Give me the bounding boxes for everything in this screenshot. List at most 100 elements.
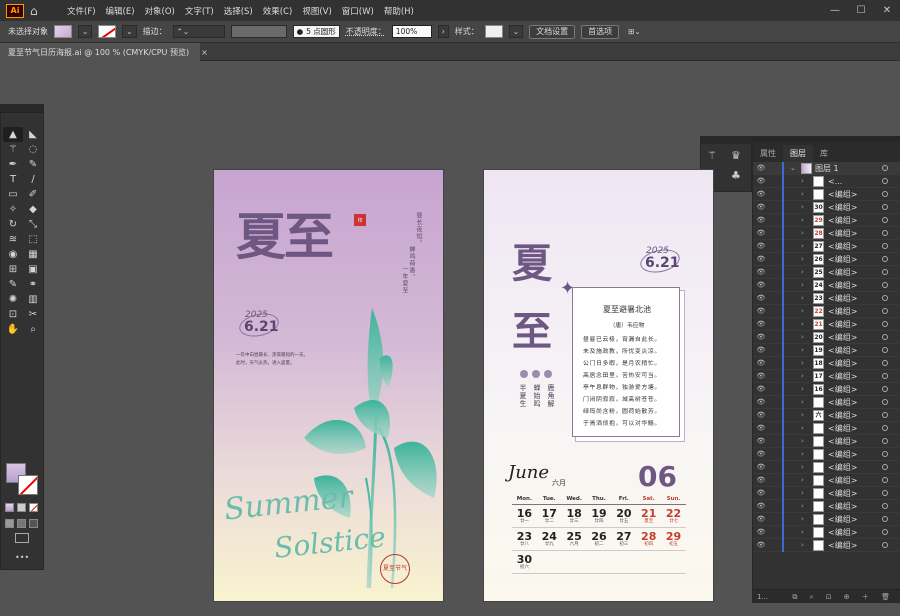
visibility-eye-icon[interactable]: 👁 <box>753 294 769 302</box>
layer-row[interactable]: 👁 › 29 <编组> <box>753 214 900 227</box>
layer-name[interactable]: <编组> <box>828 397 857 408</box>
color-button[interactable] <box>5 503 14 512</box>
variable-width-profile[interactable] <box>230 25 287 38</box>
paintbrush-icon[interactable]: ✐ <box>23 187 43 202</box>
expand-chevron-icon[interactable]: › <box>801 489 804 497</box>
expand-chevron-icon[interactable]: › <box>801 255 804 263</box>
visibility-eye-icon[interactable]: 👁 <box>753 333 769 341</box>
expand-chevron-icon[interactable]: › <box>801 398 804 406</box>
layer-row-top[interactable]: 👁 ⌄ 图层 1 <box>753 162 900 175</box>
visibility-eye-icon[interactable]: 👁 <box>753 346 769 354</box>
free-transform-icon[interactable]: ⬚ <box>23 232 43 247</box>
line-icon[interactable]: / <box>23 172 43 187</box>
target-circle-icon[interactable] <box>882 529 888 535</box>
layer-name[interactable]: <编组> <box>828 319 857 330</box>
visibility-eye-icon[interactable]: 👁 <box>753 528 769 536</box>
layer-row[interactable]: 👁 › 六月 <编组> <box>753 409 900 422</box>
target-circle-icon[interactable] <box>882 464 888 470</box>
target-circle-icon[interactable] <box>882 204 888 210</box>
stroke-dropdown-chevron-icon[interactable]: ⌄ <box>122 25 137 38</box>
magic-wand-panel-icon[interactable]: ⚚ <box>707 149 717 162</box>
expand-chevron-icon[interactable]: › <box>801 229 804 237</box>
target-circle-icon[interactable] <box>882 425 888 431</box>
target-circle-icon[interactable] <box>882 191 888 197</box>
layer-row[interactable]: 👁 › <编组> <box>753 526 900 539</box>
visibility-eye-icon[interactable]: 👁 <box>753 164 769 172</box>
rotate-icon[interactable]: ↻ <box>3 217 23 232</box>
target-circle-icon[interactable] <box>882 373 888 379</box>
visibility-eye-icon[interactable]: 👁 <box>753 281 769 289</box>
layer-row[interactable]: 👁 › <编组> <box>753 487 900 500</box>
target-circle-icon[interactable] <box>882 399 888 405</box>
expand-chevron-icon[interactable]: › <box>801 268 804 276</box>
layer-name[interactable]: <编组> <box>828 267 857 278</box>
layer-row[interactable]: 👁 › 18 <编组> <box>753 357 900 370</box>
layer-row[interactable]: 👁 › <编组> <box>753 474 900 487</box>
home-icon[interactable]: ⌂ <box>30 4 44 18</box>
layer-name[interactable]: <编组> <box>828 254 857 265</box>
fill-swatch[interactable] <box>54 25 72 38</box>
expand-chevron-icon[interactable]: › <box>801 281 804 289</box>
visibility-eye-icon[interactable]: 👁 <box>753 242 769 250</box>
visibility-eye-icon[interactable]: 👁 <box>753 268 769 276</box>
visibility-eye-icon[interactable]: 👁 <box>753 177 769 185</box>
expand-chevron-icon[interactable]: › <box>801 307 804 315</box>
layer-name[interactable]: <编组> <box>828 423 857 434</box>
target-circle-icon[interactable] <box>882 321 888 327</box>
target-circle-icon[interactable] <box>882 451 888 457</box>
layer-row[interactable]: 👁 › 25 <编组> <box>753 266 900 279</box>
close-icon[interactable]: ✕ <box>874 5 900 16</box>
stroke-color-box[interactable] <box>18 475 38 495</box>
fill-dropdown-chevron-icon[interactable]: ⌄ <box>78 25 93 38</box>
menu-item-4[interactable]: 选择(S) <box>219 5 258 17</box>
type-icon[interactable]: T <box>3 172 23 187</box>
target-circle-icon[interactable] <box>882 178 888 184</box>
target-circle-icon[interactable] <box>882 217 888 223</box>
layer-name[interactable]: 图层 1 <box>815 163 839 174</box>
visibility-eye-icon[interactable]: 👁 <box>753 489 769 497</box>
layer-name[interactable]: <编组> <box>828 189 857 200</box>
expand-chevron-icon[interactable]: › <box>801 320 804 328</box>
close-tab-icon[interactable]: × <box>201 48 208 57</box>
layer-row[interactable]: 👁 › 30 <编组> <box>753 201 900 214</box>
curvature-icon[interactable]: ✎ <box>23 157 43 172</box>
target-circle-icon[interactable] <box>882 542 888 548</box>
visibility-eye-icon[interactable]: 👁 <box>753 255 769 263</box>
visibility-eye-icon[interactable]: 👁 <box>753 541 769 549</box>
layer-row[interactable]: 👁 › 22 <编组> <box>753 305 900 318</box>
layer-row[interactable]: 👁 › 27 <编组> <box>753 240 900 253</box>
arrange-documents-icon[interactable]: ⊞⌄ <box>625 25 644 38</box>
expand-chevron-icon[interactable]: › <box>801 294 804 302</box>
visibility-eye-icon[interactable]: 👁 <box>753 463 769 471</box>
graphic-style-swatch[interactable] <box>484 25 503 38</box>
layers-tab-0[interactable]: 属性 <box>753 145 783 162</box>
expand-chevron-icon[interactable]: › <box>801 242 804 250</box>
expand-chevron-icon[interactable]: › <box>801 190 804 198</box>
style-dropdown-chevron-icon[interactable]: ⌄ <box>508 25 524 38</box>
layer-row[interactable]: 👁 › <编组> <box>753 188 900 201</box>
visibility-eye-icon[interactable]: 👁 <box>753 307 769 315</box>
layer-row[interactable]: 👁 › <编组> <box>753 461 900 474</box>
target-circle-icon[interactable] <box>882 360 888 366</box>
preferences-button[interactable]: 首选项 <box>581 24 620 39</box>
opacity-field[interactable]: 100% <box>391 25 432 38</box>
layer-name[interactable]: <编组> <box>828 449 857 460</box>
expand-chevron-icon[interactable]: › <box>801 437 804 445</box>
layer-name[interactable]: <编组> <box>828 228 857 239</box>
target-circle-icon[interactable] <box>882 386 888 392</box>
target-circle-icon[interactable] <box>882 477 888 483</box>
menu-item-6[interactable]: 视图(V) <box>297 5 336 17</box>
dock-header[interactable] <box>701 137 751 144</box>
layer-row[interactable]: 👁 › 19 <编组> <box>753 344 900 357</box>
visibility-eye-icon[interactable]: 👁 <box>753 476 769 484</box>
target-circle-icon[interactable] <box>882 230 888 236</box>
visibility-eye-icon[interactable]: 👁 <box>753 437 769 445</box>
eyedropper-icon[interactable]: ✎ <box>3 277 23 292</box>
artboard-poster-left[interactable]: 夏至 印 昼长夜短， 蝉鸣荷香， 一年夏至 2025 6.21 一年中白昼最长、… <box>214 170 443 601</box>
magic-wand-icon[interactable]: ⚚ <box>3 142 23 157</box>
gradient-icon[interactable]: ▣ <box>23 262 43 277</box>
layer-name[interactable]: <编组> <box>828 436 857 447</box>
visibility-eye-icon[interactable]: 👁 <box>753 411 769 419</box>
layer-row[interactable]: 👁 › 16 <编组> <box>753 383 900 396</box>
layer-name[interactable]: <编组> <box>828 241 857 252</box>
